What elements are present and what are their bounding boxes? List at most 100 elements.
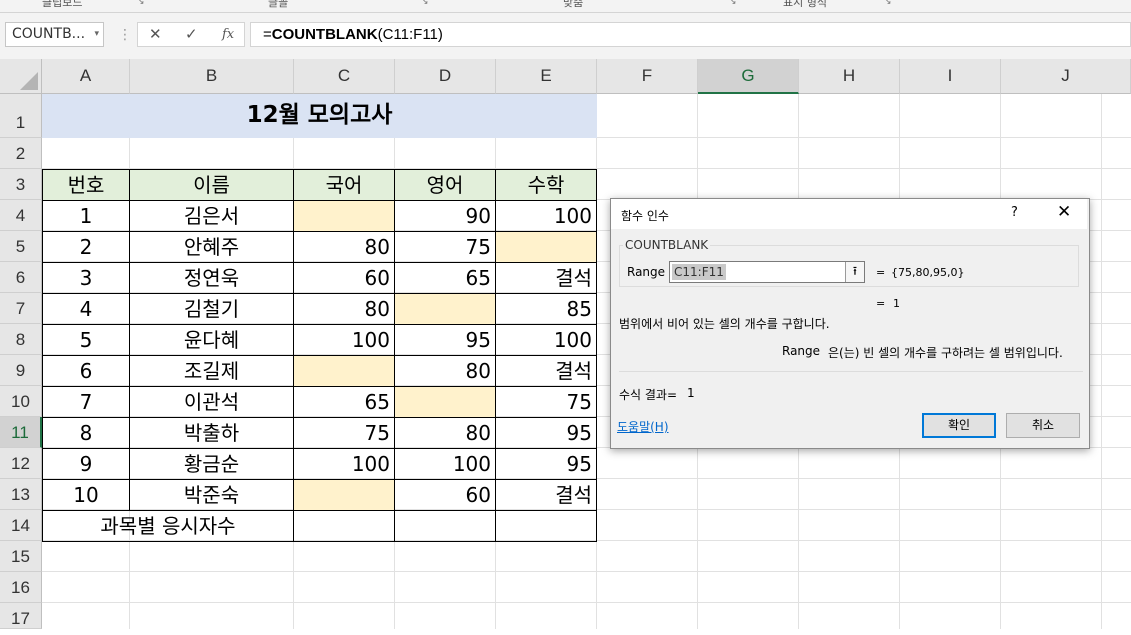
insert-function-icon[interactable]: fx bbox=[222, 27, 234, 42]
row-header-6[interactable]: 6 bbox=[0, 262, 42, 293]
enter-check-icon[interactable]: ✓ bbox=[185, 25, 198, 43]
cell-english[interactable]: 100 bbox=[394, 448, 496, 480]
cell-english[interactable]: 65 bbox=[394, 262, 496, 294]
row-header-11[interactable]: 11 bbox=[0, 417, 42, 448]
row-header-7[interactable]: 7 bbox=[0, 293, 42, 324]
cell-name[interactable]: 김철기 bbox=[129, 293, 294, 325]
row-header-16[interactable]: 16 bbox=[0, 572, 42, 603]
cell-korean[interactable]: 65 bbox=[293, 386, 395, 418]
cell-math[interactable]: 75 bbox=[495, 386, 597, 418]
cell-korean[interactable]: 100 bbox=[293, 448, 395, 480]
row-header-1[interactable]: 1 bbox=[0, 94, 42, 138]
row-header-9[interactable]: 9 bbox=[0, 355, 42, 386]
cell-math[interactable]: 100 bbox=[495, 200, 597, 232]
cell-math[interactable]: 결석 bbox=[495, 479, 597, 511]
cell-korean[interactable]: 75 bbox=[293, 417, 395, 449]
summary-cell-english[interactable] bbox=[394, 510, 496, 542]
cell-korean[interactable] bbox=[293, 355, 395, 387]
row-header-13[interactable]: 13 bbox=[0, 479, 42, 510]
cell-math[interactable]: 85 bbox=[495, 293, 597, 325]
cell-korean[interactable] bbox=[293, 200, 395, 232]
cell-korean[interactable]: 100 bbox=[293, 324, 395, 356]
cell-english[interactable]: 80 bbox=[394, 355, 496, 387]
collapse-dialog-icon[interactable]: ⭱ bbox=[845, 262, 864, 282]
row-header-14[interactable]: 14 bbox=[0, 510, 42, 541]
font-launcher-icon[interactable]: ↘ bbox=[421, 0, 429, 7]
cell-english[interactable]: 80 bbox=[394, 417, 496, 449]
cell-english[interactable]: 60 bbox=[394, 479, 496, 511]
cell-name[interactable]: 이관석 bbox=[129, 386, 294, 418]
cell-korean[interactable]: 60 bbox=[293, 262, 395, 294]
col-header-h[interactable]: H bbox=[799, 59, 900, 94]
row-header-12[interactable]: 12 bbox=[0, 448, 42, 479]
cell-number[interactable]: 6 bbox=[42, 355, 130, 387]
cell-number[interactable]: 7 bbox=[42, 386, 130, 418]
col-header-f[interactable]: F bbox=[597, 59, 698, 94]
name-box[interactable]: COUNTB... ▾ bbox=[5, 22, 104, 47]
cell-math[interactable]: 95 bbox=[495, 448, 597, 480]
col-header-e[interactable]: E bbox=[496, 59, 597, 94]
summary-label[interactable]: 과목별 응시자수 bbox=[42, 510, 294, 542]
row-header-5[interactable]: 5 bbox=[0, 231, 42, 262]
cell-name[interactable]: 안혜주 bbox=[129, 231, 294, 263]
row-header-17[interactable]: 17 bbox=[0, 603, 42, 629]
summary-cell-korean[interactable] bbox=[293, 510, 395, 542]
row-header-2[interactable]: 2 bbox=[0, 138, 42, 169]
cell-name[interactable]: 조길제 bbox=[129, 355, 294, 387]
col-header-g[interactable]: G bbox=[698, 59, 799, 94]
cell-name[interactable]: 김은서 bbox=[129, 200, 294, 232]
cell-english[interactable]: 95 bbox=[394, 324, 496, 356]
col-header-j[interactable]: J bbox=[1001, 59, 1131, 94]
cell-number[interactable]: 10 bbox=[42, 479, 130, 511]
formula-input[interactable]: =COUNTBLANK(C11:F11) bbox=[250, 22, 1131, 47]
header-cell-name[interactable]: 이름 bbox=[129, 169, 294, 201]
cell-number[interactable]: 9 bbox=[42, 448, 130, 480]
cell-number[interactable]: 8 bbox=[42, 417, 130, 449]
row-header-15[interactable]: 15 bbox=[0, 541, 42, 572]
cell-math[interactable]: 결석 bbox=[495, 262, 597, 294]
cell-english[interactable]: 90 bbox=[394, 200, 496, 232]
chevron-down-icon[interactable]: ▾ bbox=[94, 23, 99, 46]
row-header-4[interactable]: 4 bbox=[0, 200, 42, 231]
cell-number[interactable]: 5 bbox=[42, 324, 130, 356]
help-icon[interactable]: ? bbox=[1011, 205, 1018, 220]
help-link[interactable]: 도움말(H) bbox=[617, 418, 669, 435]
cell-number[interactable]: 2 bbox=[42, 231, 130, 263]
header-cell-math[interactable]: 수학 bbox=[495, 169, 597, 201]
col-header-c[interactable]: C bbox=[294, 59, 395, 94]
cancel-button[interactable]: 취소 bbox=[1006, 413, 1080, 438]
col-header-i[interactable]: I bbox=[900, 59, 1001, 94]
col-header-b[interactable]: B bbox=[130, 59, 294, 94]
cell-math[interactable]: 100 bbox=[495, 324, 597, 356]
summary-cell-math[interactable] bbox=[495, 510, 597, 542]
cell-name[interactable]: 정연욱 bbox=[129, 262, 294, 294]
cell-english[interactable] bbox=[394, 386, 496, 418]
cell-math[interactable] bbox=[495, 231, 597, 263]
cell-korean[interactable] bbox=[293, 479, 395, 511]
row-header-8[interactable]: 8 bbox=[0, 324, 42, 355]
clipboard-launcher-icon[interactable]: ↘ bbox=[137, 0, 145, 7]
cell-english[interactable] bbox=[394, 293, 496, 325]
ok-button[interactable]: 확인 bbox=[922, 413, 996, 438]
cell-english[interactable]: 75 bbox=[394, 231, 496, 263]
cell-math[interactable]: 결석 bbox=[495, 355, 597, 387]
number-format-launcher-icon[interactable]: ↘ bbox=[884, 0, 892, 7]
col-header-a[interactable]: A bbox=[42, 59, 130, 94]
header-cell-korean[interactable]: 국어 bbox=[293, 169, 395, 201]
cell-math[interactable]: 95 bbox=[495, 417, 597, 449]
col-header-d[interactable]: D bbox=[395, 59, 496, 94]
alignment-launcher-icon[interactable]: ↘ bbox=[729, 0, 737, 7]
cell-name[interactable]: 박준숙 bbox=[129, 479, 294, 511]
sheet-title[interactable]: 12월 모의고사 bbox=[42, 94, 597, 138]
cancel-icon[interactable]: ✕ bbox=[149, 25, 162, 43]
cell-korean[interactable]: 80 bbox=[293, 231, 395, 263]
cell-name[interactable]: 박출하 bbox=[129, 417, 294, 449]
cell-number[interactable]: 4 bbox=[42, 293, 130, 325]
cell-number[interactable]: 3 bbox=[42, 262, 130, 294]
close-icon[interactable]: ✕ bbox=[1057, 202, 1071, 222]
range-input[interactable]: C11:F11 bbox=[669, 261, 865, 283]
row-header-10[interactable]: 10 bbox=[0, 386, 42, 417]
header-cell-number[interactable]: 번호 bbox=[42, 169, 130, 201]
cell-number[interactable]: 1 bbox=[42, 200, 130, 232]
cell-name[interactable]: 윤다혜 bbox=[129, 324, 294, 356]
